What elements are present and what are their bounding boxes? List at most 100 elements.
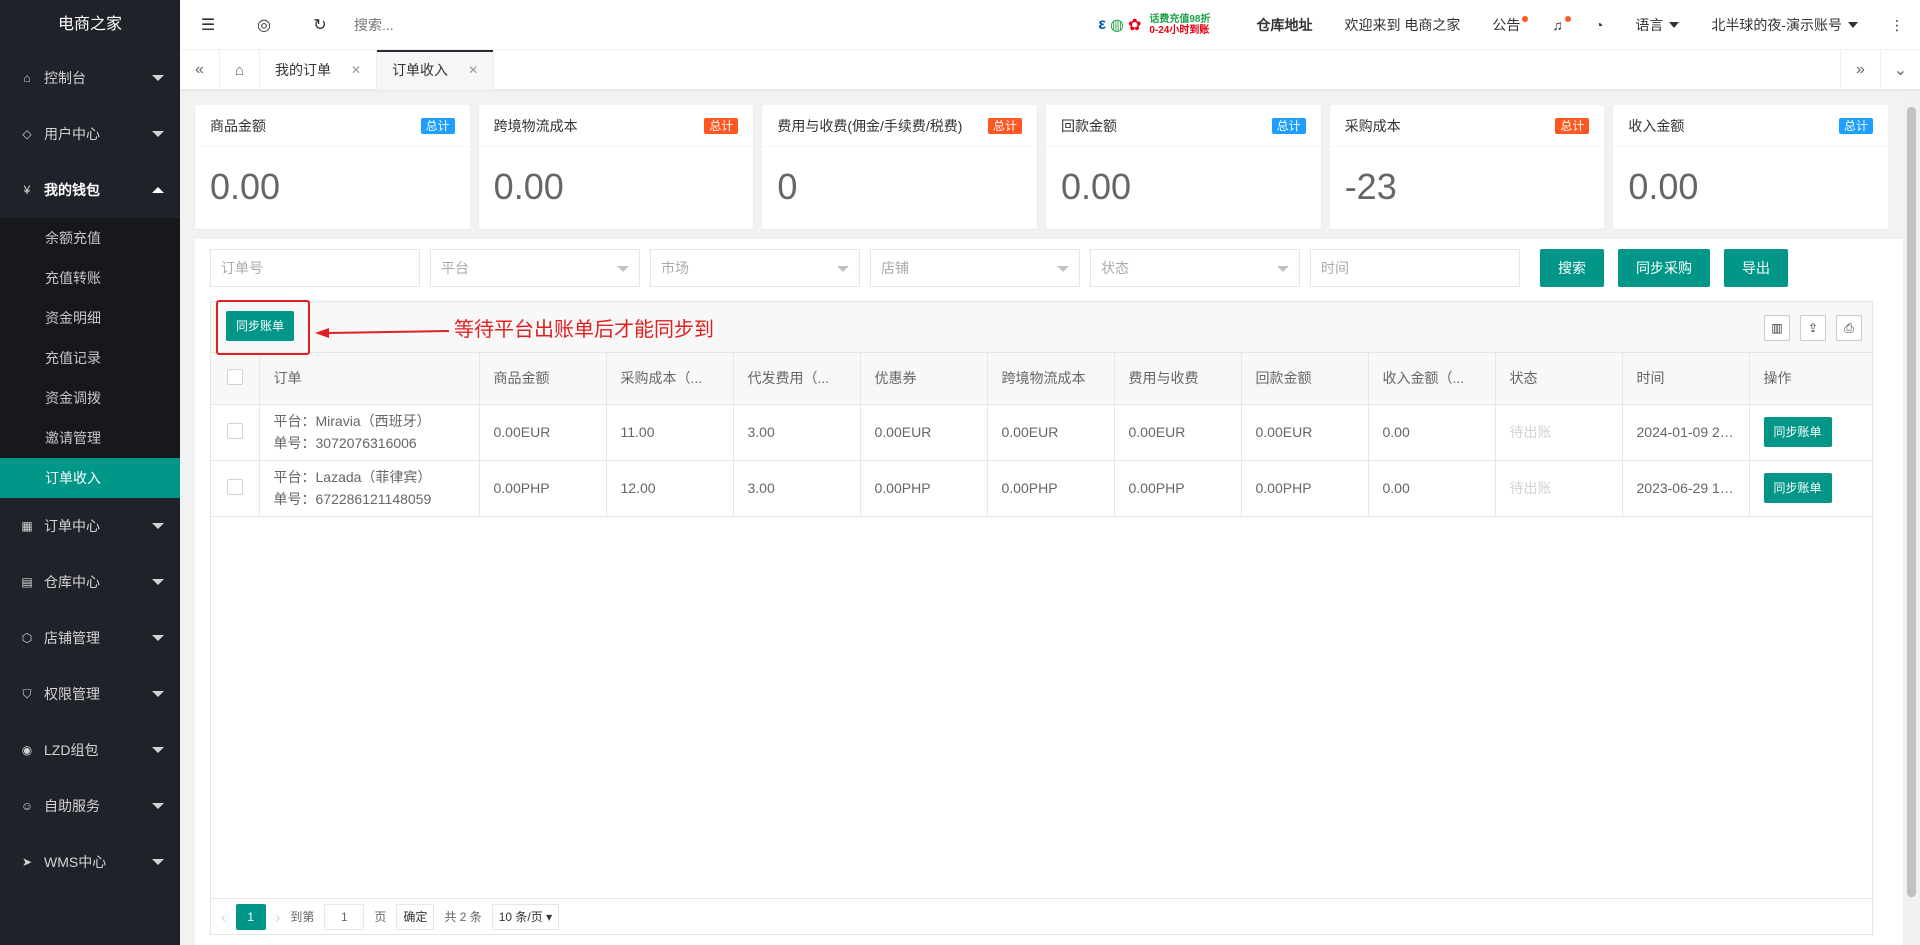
purchase-cost-cell: 12.00 xyxy=(606,460,734,517)
home-tab-icon[interactable]: ⌂ xyxy=(220,50,260,90)
tab-order-income[interactable]: 订单收入 ✕ xyxy=(377,50,495,90)
fees-cell: 0.00PHP xyxy=(1114,460,1242,517)
tabs-scroll-left-icon[interactable]: « xyxy=(180,50,220,90)
goto-confirm-button[interactable]: 确定 xyxy=(396,903,435,930)
sidebar-item-wms[interactable]: ➤ WMS中心 xyxy=(0,834,180,890)
card-income: 收入金额 总计 0.00 xyxy=(1613,105,1889,229)
chevron-down-icon xyxy=(152,75,164,81)
search-button[interactable]: 搜索 xyxy=(1540,249,1604,287)
market-select[interactable]: 市场 xyxy=(650,249,860,287)
tabs-menu-chevron-icon[interactable]: ⌄ xyxy=(1880,50,1920,90)
column-header[interactable]: 状态 xyxy=(1495,353,1623,405)
print-icon[interactable]: ⎙ xyxy=(1836,315,1862,341)
column-header[interactable]: 收入金额（... xyxy=(1368,353,1496,405)
column-header[interactable]: 回款金额 xyxy=(1241,353,1369,405)
sidebar-item-self-service[interactable]: ☺ 自助服务 xyxy=(0,778,180,834)
language-dropdown[interactable]: 语言 xyxy=(1619,0,1695,50)
action-cell: 同步账单 xyxy=(1749,460,1873,517)
sidebar-sub-fund-detail[interactable]: 资金明细 xyxy=(0,298,180,338)
cube-icon: ⬡ xyxy=(21,631,33,645)
row-sync-bill-button[interactable]: 同步账单 xyxy=(1763,473,1832,503)
sidebar-item-permission[interactable]: ⛉ 权限管理 xyxy=(0,666,180,722)
menu-toggle-icon[interactable]: ☰ xyxy=(180,0,236,50)
refresh-icon[interactable]: ↻ xyxy=(292,0,348,50)
bell-icon[interactable]: ♫ xyxy=(1536,0,1579,50)
column-header[interactable]: 采购成本（... xyxy=(606,353,734,405)
sidebar-sub-recharge[interactable]: 余额充值 xyxy=(0,218,180,258)
goto-page-input[interactable]: 1 xyxy=(324,903,365,930)
sidebar-item-lzd[interactable]: ◉ LZD组包 xyxy=(0,722,180,778)
select-all-checkbox[interactable] xyxy=(226,368,243,385)
close-icon[interactable]: ✕ xyxy=(351,63,361,77)
time-input[interactable]: 时间 xyxy=(1310,249,1520,287)
sidebar-sub-transfer[interactable]: 充值转账 xyxy=(0,258,180,298)
prev-page-icon[interactable]: ‹ xyxy=(221,909,226,925)
sidebar-sub-recharge-record[interactable]: 充值记录 xyxy=(0,338,180,378)
row-sync-bill-button[interactable]: 同步账单 xyxy=(1763,417,1832,447)
column-header[interactable]: 费用与收费 xyxy=(1114,353,1242,405)
sidebar-item-label: 自助服务 xyxy=(44,798,100,814)
close-icon[interactable]: ✕ xyxy=(468,63,478,77)
card-title: 回款金额 xyxy=(1061,118,1118,134)
status-select[interactable]: 状态 xyxy=(1090,249,1300,287)
sidebar-item-wallet[interactable]: ¥ 我的钱包 xyxy=(0,162,180,218)
tabs-scroll-right-icon[interactable]: » xyxy=(1840,50,1880,90)
page-unit-label: 页 xyxy=(374,910,387,924)
sidebar-sub-invite[interactable]: 邀请管理 xyxy=(0,418,180,458)
order-cell: 平台：Lazada（菲律宾） 单号：672286121148059 xyxy=(259,460,480,517)
column-header[interactable]: 商品金额 xyxy=(479,353,607,405)
column-header[interactable]: 订单 xyxy=(259,353,480,405)
page-scrollbar[interactable] xyxy=(1903,91,1920,945)
column-header[interactable]: 代发费用（... xyxy=(733,353,861,405)
service-icon: ☺ xyxy=(20,799,34,813)
chevron-down-icon xyxy=(152,131,164,137)
notice-link[interactable]: 公告 xyxy=(1476,0,1536,50)
order-platform: 平台：Miravia（西班牙） xyxy=(273,413,431,429)
tab-my-orders[interactable]: 我的订单 ✕ xyxy=(260,50,378,90)
columns-icon[interactable]: ▥ xyxy=(1764,315,1790,341)
annotation-text: 等待平台出账单后才能同步到 xyxy=(454,319,714,341)
page-size-select[interactable]: 10 条/页 ▾ xyxy=(491,903,560,930)
column-header[interactable]: 操作 xyxy=(1749,353,1873,405)
theme-icon[interactable]: ◔ xyxy=(1579,0,1619,50)
card-value: 0.00 xyxy=(1628,166,1699,207)
carrier-promo[interactable]: ε ◍ ✿ 话费充值98折 0-24小时到账 xyxy=(1098,14,1210,36)
refund-cell: 0.00EUR xyxy=(1241,404,1369,461)
account-dropdown[interactable]: 北半球的夜-演示账号 xyxy=(1695,0,1874,50)
sidebar-item-order-center[interactable]: ▦ 订单中心 xyxy=(0,498,180,554)
column-header[interactable]: 跨境物流成本 xyxy=(987,353,1115,405)
sidebar-item-console[interactable]: ⌂ 控制台 xyxy=(0,50,180,106)
column-header[interactable]: 优惠券 xyxy=(860,353,988,405)
order-no-input[interactable]: 订单号 xyxy=(210,249,420,287)
card-fees: 费用与收费(佣金/手续费/税费) 总计 0 xyxy=(762,105,1038,229)
sidebar-item-shop[interactable]: ⬡ 店铺管理 xyxy=(0,610,180,666)
next-page-icon[interactable]: › xyxy=(276,909,281,925)
shop-select[interactable]: 店铺 xyxy=(870,249,1080,287)
order-cell: 平台：Miravia（西班牙） 单号：3072076316006 xyxy=(259,404,480,461)
warehouse-icon: ▤ xyxy=(21,575,33,589)
chevron-down-icon xyxy=(152,579,164,585)
sidebar-sub-order-income[interactable]: 订单收入 xyxy=(0,458,180,498)
platform-select[interactable]: 平台 xyxy=(430,249,640,287)
language-label: 语言 xyxy=(1635,17,1664,33)
current-page[interactable]: 1 xyxy=(235,903,266,930)
tab-label: 订单收入 xyxy=(392,62,449,78)
export-icon[interactable]: ⇪ xyxy=(1800,315,1826,341)
sidebar-item-user-center[interactable]: ◇ 用户中心 xyxy=(0,106,180,162)
warehouse-address-link[interactable]: 仓库地址 xyxy=(1240,0,1328,50)
table-tools: ▥ ⇪ ⎙ xyxy=(1764,315,1862,341)
sidebar-sub-fund-allocation[interactable]: 资金调拨 xyxy=(0,378,180,418)
scrollbar-thumb[interactable] xyxy=(1907,107,1916,897)
sync-bill-button[interactable]: 同步账单 xyxy=(226,311,295,341)
logistics-cost-cell: 0.00EUR xyxy=(987,404,1115,461)
column-header[interactable]: 时间 xyxy=(1622,353,1750,405)
row-checkbox[interactable] xyxy=(226,422,243,439)
export-button[interactable]: 导出 xyxy=(1724,249,1788,287)
sidebar-item-warehouse[interactable]: ▤ 仓库中心 xyxy=(0,554,180,610)
card-title: 跨境物流成本 xyxy=(493,118,578,134)
search-input[interactable] xyxy=(354,9,554,40)
globe-icon[interactable]: ◎ xyxy=(236,0,292,50)
sync-purchase-button[interactable]: 同步采购 xyxy=(1618,249,1710,287)
more-icon[interactable]: ⋮ xyxy=(1874,0,1920,50)
row-checkbox[interactable] xyxy=(226,478,243,495)
